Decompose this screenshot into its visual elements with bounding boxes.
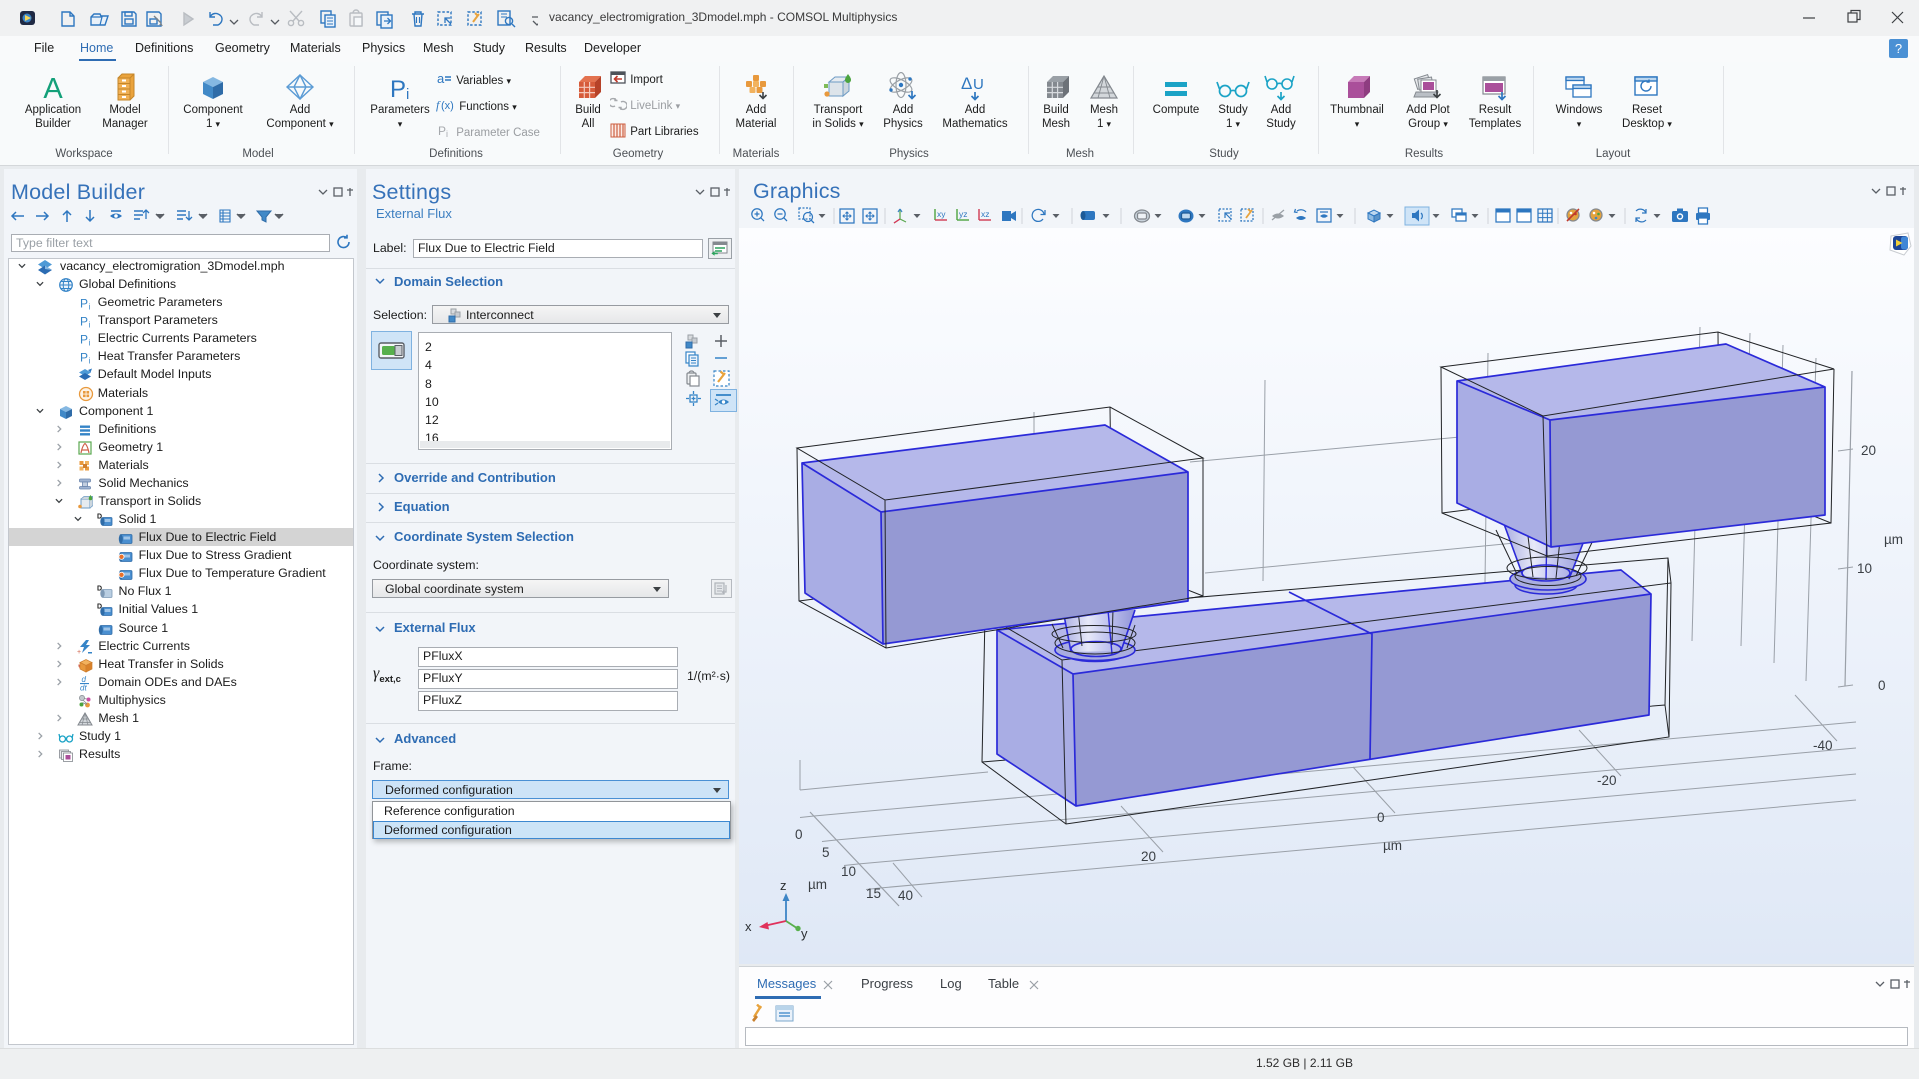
svg-text:dt: dt bbox=[80, 683, 87, 691]
svg-text:µm: µm bbox=[1383, 838, 1402, 853]
svg-text:(x): (x) bbox=[441, 100, 454, 112]
svg-text:i: i bbox=[89, 321, 91, 330]
svg-text:0: 0 bbox=[1377, 810, 1385, 825]
svg-text:P: P bbox=[80, 351, 88, 365]
svg-text:P: P bbox=[80, 333, 88, 347]
svg-text:40: 40 bbox=[898, 888, 913, 903]
svg-text:5: 5 bbox=[822, 845, 830, 860]
svg-text:10: 10 bbox=[841, 864, 856, 879]
svg-text:P: P bbox=[80, 315, 88, 329]
svg-text:0: 0 bbox=[1878, 678, 1886, 693]
svg-text:a: a bbox=[437, 71, 445, 86]
svg-text:µm: µm bbox=[808, 877, 827, 892]
svg-text:15: 15 bbox=[866, 886, 881, 901]
svg-text:y: y bbox=[801, 926, 808, 941]
svg-text:i: i bbox=[89, 303, 91, 312]
svg-text:-20: -20 bbox=[1597, 773, 1617, 788]
svg-text:P: P bbox=[80, 297, 88, 311]
svg-text:z: z bbox=[780, 878, 787, 893]
svg-text:U: U bbox=[973, 76, 984, 93]
svg-text:i: i bbox=[406, 86, 409, 103]
svg-text:µm: µm bbox=[1884, 532, 1903, 547]
svg-text:xy: xy bbox=[937, 209, 946, 219]
svg-text:10: 10 bbox=[1857, 561, 1872, 576]
svg-text:i: i bbox=[89, 339, 91, 348]
svg-text:-40: -40 bbox=[1813, 738, 1833, 753]
svg-text:i: i bbox=[446, 129, 448, 139]
svg-text:P: P bbox=[390, 76, 406, 103]
svg-text:xz: xz bbox=[981, 209, 990, 219]
svg-text:0: 0 bbox=[795, 827, 803, 842]
svg-text:x: x bbox=[745, 919, 752, 934]
svg-text:P: P bbox=[438, 124, 446, 138]
svg-text:i: i bbox=[89, 357, 91, 366]
svg-text:20: 20 bbox=[1861, 443, 1876, 458]
svg-text:20: 20 bbox=[1141, 849, 1156, 864]
svg-text:yz: yz bbox=[959, 209, 968, 219]
svg-text:A: A bbox=[43, 73, 63, 104]
svg-text:Δ: Δ bbox=[961, 74, 972, 93]
